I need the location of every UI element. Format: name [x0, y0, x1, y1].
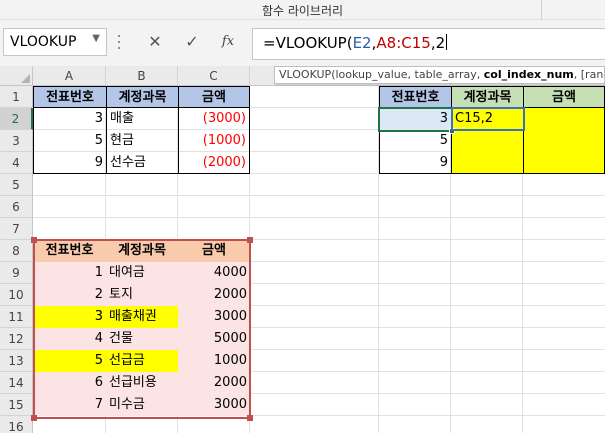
tooltip-fn[interactable]: VLOOKUP	[279, 68, 331, 81]
table1-header-0[interactable]: 전표번호	[33, 86, 106, 108]
table2-amt[interactable]	[523, 130, 605, 152]
tooltip-arg4[interactable]: [range_	[581, 68, 604, 81]
table2-header-1[interactable]: 계정과목	[451, 86, 523, 108]
table1-acct[interactable]: 현금	[106, 130, 178, 152]
name-box[interactable]: VLOOKUP ▼	[3, 28, 107, 56]
column-header-b[interactable]: B	[106, 66, 178, 86]
gridline	[33, 217, 605, 218]
table2-acct[interactable]	[451, 152, 523, 174]
range-handle[interactable]	[247, 415, 253, 421]
row-header-7[interactable]: 7	[0, 218, 33, 240]
table1-no[interactable]: 9	[33, 152, 106, 174]
formula-input[interactable]: =VLOOKUP(E2,A8:C15,2	[252, 28, 605, 60]
reference-range-e2	[451, 107, 525, 131]
row-header-6[interactable]: 6	[0, 196, 33, 218]
active-cell-selection	[378, 107, 455, 134]
select-all-icon	[21, 74, 30, 83]
row-header-16[interactable]: 16	[0, 416, 33, 433]
row-header-5[interactable]: 5	[0, 174, 33, 196]
row-header-15[interactable]: 15	[0, 394, 33, 416]
chevron-down-icon[interactable]: ▼	[92, 33, 100, 44]
ribbon-divider	[541, 0, 542, 20]
tooltip-arg3[interactable]: col_index_num	[484, 68, 574, 81]
table2-amt[interactable]	[523, 108, 605, 130]
row-header-13[interactable]: 13	[0, 350, 33, 372]
reference-range-a8-c15	[31, 237, 253, 421]
row-header-11[interactable]: 11	[0, 306, 33, 328]
column-header-a[interactable]: A	[33, 66, 106, 86]
row-header-14[interactable]: 14	[0, 372, 33, 394]
row-header-2[interactable]: 2	[0, 108, 33, 130]
formula-suffix: ,2	[430, 34, 446, 52]
checkmark-icon[interactable]: ✓	[181, 30, 203, 54]
table1-amt[interactable]: (3000)	[178, 108, 250, 130]
range-handle[interactable]	[31, 237, 37, 243]
name-box-value: VLOOKUP	[10, 34, 77, 50]
table1-amt[interactable]: (1000)	[178, 130, 250, 152]
row-header-1[interactable]: 1	[0, 86, 33, 108]
tooltip-arg2[interactable]: table_array	[415, 68, 477, 81]
table1-no[interactable]: 5	[33, 130, 106, 152]
table2-header-0[interactable]: 전표번호	[379, 86, 451, 108]
text-caret	[446, 34, 448, 50]
formula-bar: VLOOKUP ▼ ✕ ✓ fx =VLOOKUP(E2,A8:C15,2	[0, 20, 605, 66]
gridline	[33, 195, 605, 196]
table2-no[interactable]: 9	[379, 152, 451, 174]
column-header-c[interactable]: C	[178, 66, 250, 86]
table1-header-1[interactable]: 계정과목	[106, 86, 178, 108]
close-icon[interactable]: ✕	[144, 30, 166, 54]
fx-icon[interactable]: fx	[217, 30, 239, 54]
table1-acct[interactable]: 선수금	[106, 152, 178, 174]
worksheet-grid[interactable]: ABCDEFG12345678910111213141516전표번호계정과목금액…	[0, 66, 605, 433]
row-header-10[interactable]: 10	[0, 284, 33, 306]
drag-handle[interactable]	[117, 33, 121, 51]
table2-header-2[interactable]: 금액	[523, 86, 605, 108]
select-all-corner[interactable]	[0, 66, 33, 86]
ribbon-group-label: 함수 라이브러리	[261, 4, 344, 18]
table2-acct[interactable]	[451, 130, 523, 152]
row-header-3[interactable]: 3	[0, 130, 33, 152]
row-header-12[interactable]: 12	[0, 328, 33, 350]
ribbon-group-bar: 함수 라이브러리	[0, 0, 605, 20]
row-header-9[interactable]: 9	[0, 262, 33, 284]
table1-amt[interactable]: (2000)	[178, 152, 250, 174]
table1-header-2[interactable]: 금액	[178, 86, 250, 108]
row-header-8[interactable]: 8	[0, 240, 33, 262]
table2-amt[interactable]	[523, 152, 605, 174]
table1-no[interactable]: 3	[33, 108, 106, 130]
formula-prefix: =VLOOKUP(	[263, 34, 353, 52]
row-header-4[interactable]: 4	[0, 152, 33, 174]
table2-no[interactable]: 5	[379, 130, 451, 152]
function-tooltip[interactable]: VLOOKUP(lookup_value, table_array, col_i…	[274, 66, 605, 84]
range-handle[interactable]	[31, 415, 37, 421]
formula-ref-lookup: E2	[352, 34, 372, 52]
formula-text: =VLOOKUP(E2,A8:C15,2	[263, 34, 448, 52]
table1-acct[interactable]: 매출	[106, 108, 178, 130]
range-handle[interactable]	[247, 237, 253, 243]
tooltip-arg1[interactable]: lookup_value	[335, 68, 407, 81]
formula-ref-table: A8:C15	[376, 34, 431, 52]
